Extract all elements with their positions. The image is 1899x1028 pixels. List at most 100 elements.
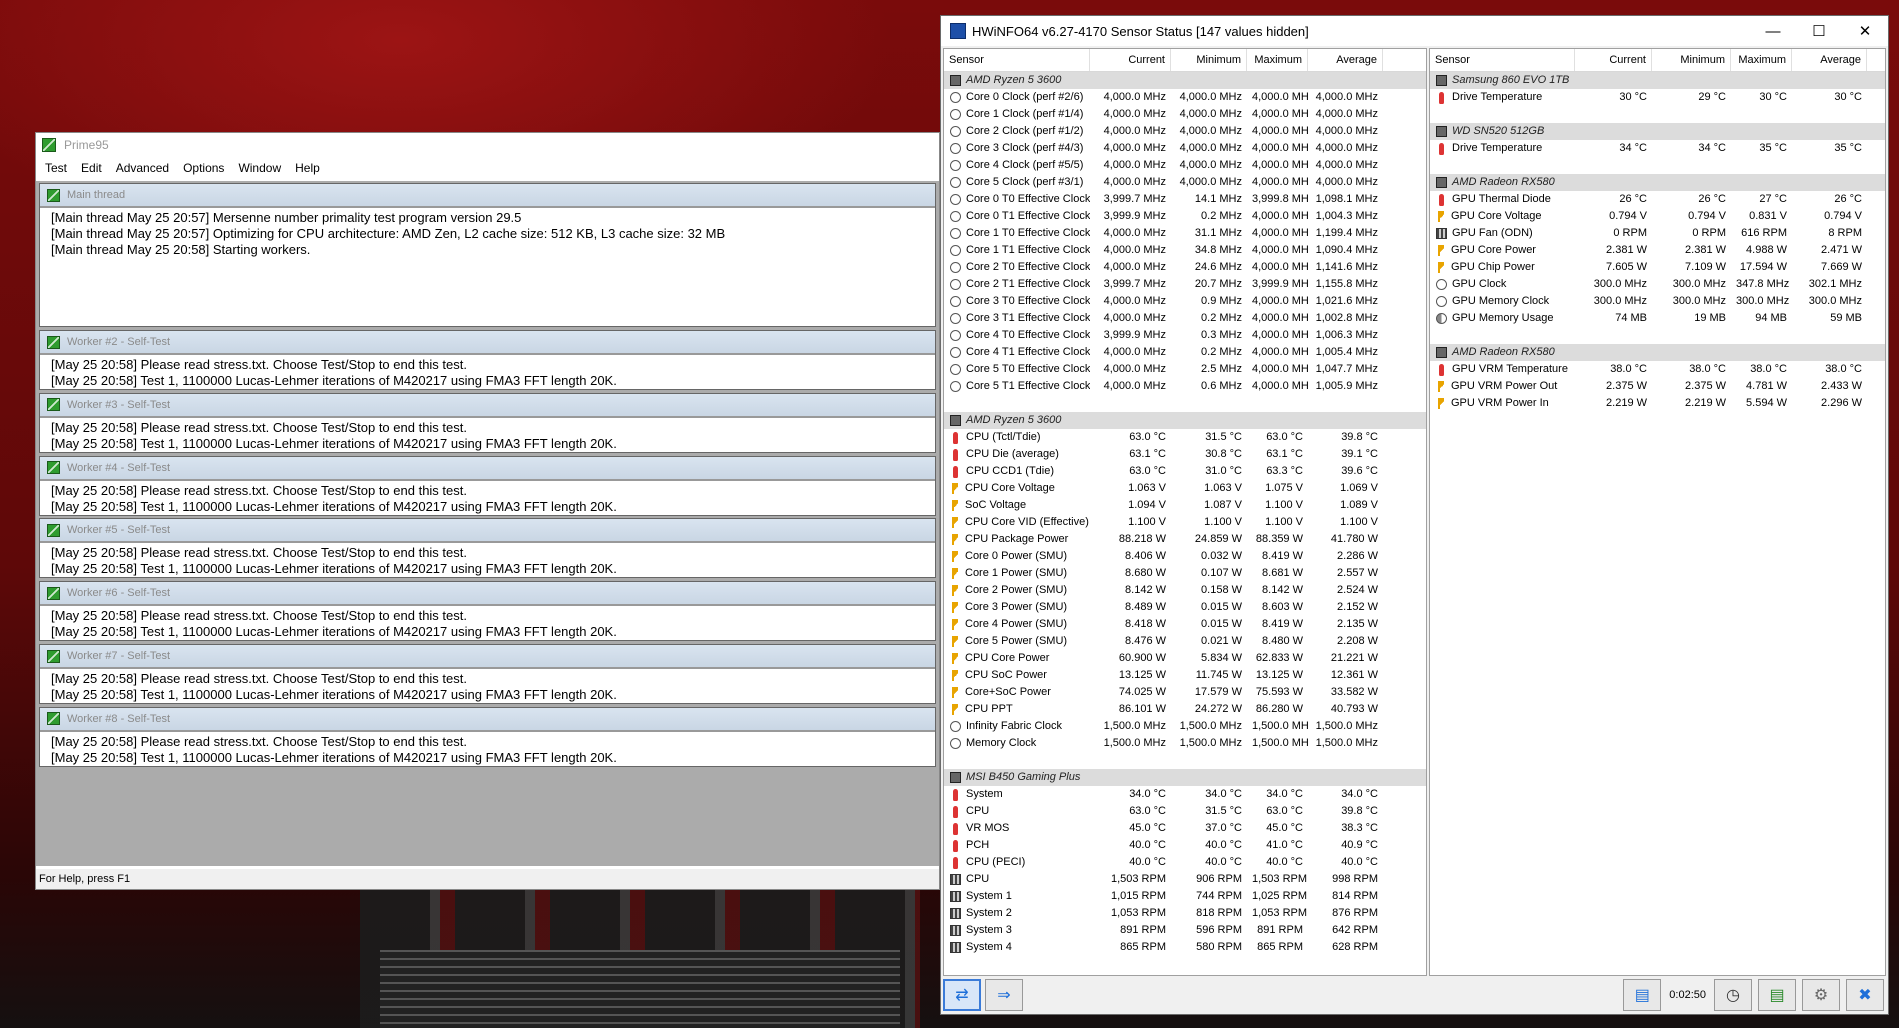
sensor-row[interactable]: GPU Chip Power 7.605 W 7.109 W 17.594 W 7.66… bbox=[1430, 259, 1885, 276]
main-thread-window[interactable]: Main thread [Main thread May 25 20:57] M… bbox=[39, 183, 936, 327]
sensor-row[interactable]: CPU 63.0 °C 31.5 °C 63.0 °C 39.8 °C bbox=[944, 803, 1426, 820]
sensor-group-header[interactable]: Samsung 860 EVO 1TB bbox=[1430, 72, 1885, 89]
main-thread-log[interactable]: [Main thread May 25 20:57] Mersenne numb… bbox=[40, 206, 935, 258]
sensor-row[interactable]: GPU Memory Clock 300.0 MHz 300.0 MHz 300.0 … bbox=[1430, 293, 1885, 310]
menu-help[interactable]: Help bbox=[295, 161, 320, 175]
sensor-group-header[interactable]: MSI B450 Gaming Plus bbox=[944, 769, 1426, 786]
worker-titlebar[interactable]: Worker #4 - Self-Test bbox=[40, 456, 935, 479]
sensor-row[interactable]: CPU (PECI) 40.0 °C 40.0 °C 40.0 °C 40.0 °C bbox=[944, 854, 1426, 871]
sensor-row[interactable]: GPU VRM Power Out 2.375 W 2.375 W 4.781 W 2.… bbox=[1430, 378, 1885, 395]
sensor-row[interactable]: Core 4 T1 Effective Clock 4,000.0 MHz 0.2 … bbox=[944, 344, 1426, 361]
sensor-row[interactable]: CPU Package Power 88.218 W 24.859 W 88.359 … bbox=[944, 531, 1426, 548]
column-average[interactable]: Average bbox=[1308, 49, 1383, 71]
sensor-row[interactable]: Core 3 Power (SMU) 8.489 W 0.015 W 8.603 W 2… bbox=[944, 599, 1426, 616]
sensor-row[interactable]: GPU Core Power 2.381 W 2.381 W 4.988 W 2.471… bbox=[1430, 242, 1885, 259]
hwinfo-titlebar[interactable]: HWiNFO64 v6.27-4170 Sensor Status [147 v… bbox=[941, 16, 1888, 46]
prime95-titlebar[interactable]: Prime95 bbox=[36, 133, 939, 157]
sensor-row[interactable]: System 34.0 °C 34.0 °C 34.0 °C 34.0 °C bbox=[944, 786, 1426, 803]
close-icon[interactable]: ✕ bbox=[1842, 22, 1888, 40]
sensor-row[interactable]: Core 5 T0 Effective Clock 4,000.0 MHz 2.5 … bbox=[944, 361, 1426, 378]
sensor-row[interactable]: GPU Core Voltage 0.794 V 0.794 V 0.831 V 0.7… bbox=[1430, 208, 1885, 225]
sensor-row[interactable]: GPU Clock 300.0 MHz 300.0 MHz 347.8 MHz 302.… bbox=[1430, 276, 1885, 293]
sensor-row[interactable]: Drive Temperature 30 °C 29 °C 30 °C 30 °C bbox=[1430, 89, 1885, 106]
sensor-row[interactable]: GPU VRM Temperature 38.0 °C 38.0 °C 38.0 °C… bbox=[1430, 361, 1885, 378]
sensor-row[interactable]: Core 2 Clock (perf #1/2) 4,000.0 MHz 4,000… bbox=[944, 123, 1426, 140]
exit-button[interactable]: ✖ bbox=[1846, 979, 1884, 1011]
sensor-row[interactable]: Core 0 T1 Effective Clock 3,999.9 MHz 0.2 … bbox=[944, 208, 1426, 225]
sensor-group-header[interactable]: WD SN520 512GB bbox=[1430, 123, 1885, 140]
sensor-row[interactable]: Core 4 Power (SMU) 8.418 W 0.015 W 8.419 W 2… bbox=[944, 616, 1426, 633]
worker-log[interactable]: [May 25 20:58] Please read stress.txt. C… bbox=[40, 729, 935, 766]
worker-titlebar[interactable]: Worker #2 - Self-Test bbox=[40, 331, 935, 353]
column-maximum[interactable]: Maximum bbox=[1731, 49, 1792, 71]
sensor-row[interactable]: CPU SoC Power 13.125 W 11.745 W 13.125 W 12.… bbox=[944, 667, 1426, 684]
worker-window[interactable]: Worker #3 - Self-Test [May 25 20:58] Plea… bbox=[39, 392, 936, 453]
move-right-button[interactable]: ⇒ bbox=[985, 979, 1023, 1011]
column-minimum[interactable]: Minimum bbox=[1652, 49, 1731, 71]
sensor-row[interactable]: CPU Core Voltage 1.063 V 1.063 V 1.075 V 1.0… bbox=[944, 480, 1426, 497]
sensor-row[interactable]: GPU Thermal Diode 26 °C 26 °C 27 °C 26 °C bbox=[1430, 191, 1885, 208]
minimize-icon[interactable]: — bbox=[1750, 23, 1796, 40]
sensor-row[interactable]: Core 4 Clock (perf #5/5) 4,000.0 MHz 4,000… bbox=[944, 157, 1426, 174]
menu-advanced[interactable]: Advanced bbox=[116, 161, 169, 175]
sensor-group-header[interactable]: AMD Radeon RX580 bbox=[1430, 344, 1885, 361]
worker-window[interactable]: Worker #6 - Self-Test [May 25 20:58] Plea… bbox=[39, 581, 936, 642]
worker-titlebar[interactable]: Worker #8 - Self-Test bbox=[40, 707, 935, 730]
column-sensor[interactable]: Sensor bbox=[944, 49, 1090, 71]
worker-log[interactable]: [May 25 20:58] Please read stress.txt. C… bbox=[40, 415, 935, 452]
sensor-row[interactable]: Core 2 T1 Effective Clock 3,999.7 MHz 20.7… bbox=[944, 276, 1426, 293]
sensor-row[interactable]: VR MOS 45.0 °C 37.0 °C 45.0 °C 38.3 °C bbox=[944, 820, 1426, 837]
column-minimum[interactable]: Minimum bbox=[1171, 49, 1247, 71]
column-current[interactable]: Current bbox=[1575, 49, 1652, 71]
sensor-pane-left[interactable]: Sensor Current Minimum Maximum Average AMD Ry… bbox=[943, 48, 1427, 976]
sensor-row[interactable]: Core 0 T0 Effective Clock 3,999.7 MHz 14.1… bbox=[944, 191, 1426, 208]
column-sensor[interactable]: Sensor bbox=[1430, 49, 1575, 71]
worker-window[interactable]: Worker #4 - Self-Test [May 25 20:58] Plea… bbox=[39, 455, 936, 516]
sensor-row[interactable]: System 1 1,015 RPM 744 RPM 1,025 RPM 814 RPM bbox=[944, 888, 1426, 905]
worker-titlebar[interactable]: Worker #7 - Self-Test bbox=[40, 645, 935, 667]
sensor-row[interactable]: Core 1 T1 Effective Clock 4,000.0 MHz 34.8… bbox=[944, 242, 1426, 259]
sensor-row[interactable]: CPU (Tctl/Tdie) 63.0 °C 31.5 °C 63.0 °C 39.8… bbox=[944, 429, 1426, 446]
sensor-row[interactable]: Core 0 Power (SMU) 8.406 W 0.032 W 8.419 W 2… bbox=[944, 548, 1426, 565]
worker-log[interactable]: [May 25 20:58] Please read stress.txt. C… bbox=[40, 667, 935, 703]
sensor-row[interactable]: CPU CCD1 (Tdie) 63.0 °C 31.0 °C 63.3 °C 39.6… bbox=[944, 463, 1426, 480]
sensor-row[interactable]: System 2 1,053 RPM 818 RPM 1,053 RPM 876 RPM bbox=[944, 905, 1426, 922]
worker-window[interactable]: Worker #7 - Self-Test [May 25 20:58] Plea… bbox=[39, 644, 936, 704]
worker-log[interactable]: [May 25 20:58] Please read stress.txt. C… bbox=[40, 541, 935, 577]
sensor-group-header[interactable]: AMD Radeon RX580 bbox=[1430, 174, 1885, 191]
sensor-row[interactable]: Core 3 Clock (perf #4/3) 4,000.0 MHz 4,000… bbox=[944, 140, 1426, 157]
sensor-row[interactable]: Core 1 T0 Effective Clock 4,000.0 MHz 31.1… bbox=[944, 225, 1426, 242]
column-average[interactable]: Average bbox=[1792, 49, 1867, 71]
column-current[interactable]: Current bbox=[1090, 49, 1171, 71]
worker-window[interactable]: Worker #5 - Self-Test [May 25 20:58] Plea… bbox=[39, 518, 936, 579]
sensor-row[interactable]: Core 3 T0 Effective Clock 4,000.0 MHz 0.9 … bbox=[944, 293, 1426, 310]
sensor-row[interactable]: Core 3 T1 Effective Clock 4,000.0 MHz 0.2 … bbox=[944, 310, 1426, 327]
logging-button[interactable]: ▤ bbox=[1758, 979, 1796, 1011]
sensor-row[interactable]: Core 1 Clock (perf #1/4) 4,000.0 MHz 4,000… bbox=[944, 106, 1426, 123]
menu-window[interactable]: Window bbox=[238, 161, 281, 175]
sensor-row[interactable]: Core 1 Power (SMU) 8.680 W 0.107 W 8.681 W 2… bbox=[944, 565, 1426, 582]
main-thread-titlebar[interactable]: Main thread bbox=[40, 184, 935, 206]
worker-log[interactable]: [May 25 20:58] Please read stress.txt. C… bbox=[40, 353, 935, 389]
sensor-row[interactable]: System 4 865 RPM 580 RPM 865 RPM 628 RPM bbox=[944, 939, 1426, 956]
sensor-row[interactable]: Core 5 Clock (perf #3/1) 4,000.0 MHz 4,000… bbox=[944, 174, 1426, 191]
sensor-row[interactable]: Core+SoC Power 74.025 W 17.579 W 75.593 W 33… bbox=[944, 684, 1426, 701]
sensor-row[interactable]: GPU Memory Usage 74 MB 19 MB 94 MB 59 MB bbox=[1430, 310, 1885, 327]
sensor-row[interactable]: Core 2 Power (SMU) 8.142 W 0.158 W 8.142 W 2… bbox=[944, 582, 1426, 599]
sensor-row[interactable]: CPU Core Power 60.900 W 5.834 W 62.833 W 21.… bbox=[944, 650, 1426, 667]
sensor-row[interactable]: GPU VRM Power In 2.219 W 2.219 W 5.594 W 2.2… bbox=[1430, 395, 1885, 412]
sensor-row[interactable]: System 3 891 RPM 596 RPM 891 RPM 642 RPM bbox=[944, 922, 1426, 939]
sensor-row[interactable]: CPU Core VID (Effective) 1.100 V 1.100 V 1.… bbox=[944, 514, 1426, 531]
sensor-row[interactable]: CPU PPT 86.101 W 24.272 W 86.280 W 40.793 W bbox=[944, 701, 1426, 718]
sensor-row[interactable]: Drive Temperature 34 °C 34 °C 35 °C 35 °C bbox=[1430, 140, 1885, 157]
sensor-row[interactable]: PCH 40.0 °C 40.0 °C 41.0 °C 40.9 °C bbox=[944, 837, 1426, 854]
worker-window[interactable]: Worker #8 - Self-Test [May 25 20:58] Plea… bbox=[39, 706, 936, 767]
sensor-row[interactable]: CPU 1,503 RPM 906 RPM 1,503 RPM 998 RPM bbox=[944, 871, 1426, 888]
column-maximum[interactable]: Maximum bbox=[1247, 49, 1308, 71]
worker-titlebar[interactable]: Worker #6 - Self-Test bbox=[40, 582, 935, 605]
sensor-pane-right[interactable]: Sensor Current Minimum Maximum Average Samsun… bbox=[1429, 48, 1886, 976]
sensor-row[interactable]: Core 4 T0 Effective Clock 3,999.9 MHz 0.3 … bbox=[944, 327, 1426, 344]
sensor-row[interactable]: Core 5 T1 Effective Clock 4,000.0 MHz 0.6 … bbox=[944, 378, 1426, 395]
worker-titlebar[interactable]: Worker #5 - Self-Test bbox=[40, 519, 935, 542]
sensor-row[interactable]: Core 0 Clock (perf #2/6) 4,000.0 MHz 4,000… bbox=[944, 89, 1426, 106]
